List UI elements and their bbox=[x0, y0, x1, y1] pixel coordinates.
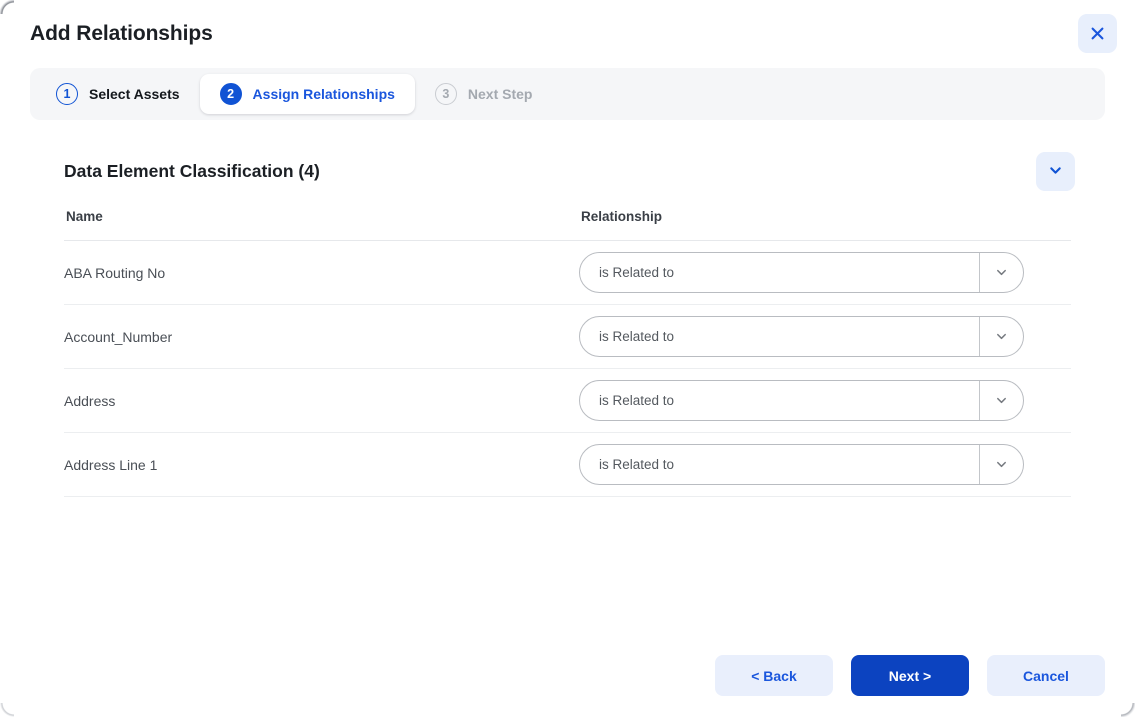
relationship-select[interactable]: is Related to bbox=[579, 380, 1024, 421]
close-icon bbox=[1089, 25, 1106, 42]
chevron-down-icon[interactable] bbox=[979, 381, 1023, 420]
step-number-1: 1 bbox=[56, 83, 78, 105]
modal-corner-bottom-right bbox=[1121, 703, 1135, 717]
next-button[interactable]: Next > bbox=[851, 655, 969, 696]
section-title: Data Element Classification (4) bbox=[64, 161, 320, 181]
relationship-select[interactable]: is Related to bbox=[579, 252, 1024, 293]
table-row: Address is Related to bbox=[64, 368, 1071, 433]
asset-name: Account_Number bbox=[64, 304, 579, 369]
step-label-3: Next Step bbox=[467, 86, 533, 102]
step-label-2: Assign Relationships bbox=[252, 86, 395, 102]
modal-corner-bottom-left bbox=[0, 703, 14, 717]
close-button[interactable] bbox=[1078, 14, 1117, 53]
relationship-select-value: is Related to bbox=[599, 393, 675, 408]
chevron-down-icon[interactable] bbox=[979, 445, 1023, 484]
step-number-3: 3 bbox=[434, 83, 457, 105]
relationship-select-value: is Related to bbox=[599, 329, 675, 344]
relationship-select[interactable]: is Related to bbox=[579, 316, 1024, 357]
chevron-down-icon bbox=[1047, 162, 1064, 182]
data-element-classification-section: Data Element Classification (4) Name Rel… bbox=[30, 120, 1105, 497]
column-header-relationship: Relationship bbox=[579, 209, 1071, 241]
table-header-row: Name Relationship bbox=[64, 209, 1071, 241]
asset-name: Address Line 1 bbox=[64, 432, 579, 497]
collapse-section-button[interactable] bbox=[1036, 152, 1075, 191]
section-header: Data Element Classification (4) bbox=[30, 152, 1105, 191]
relationship-select[interactable]: is Related to bbox=[579, 444, 1024, 485]
stepper: 1 Select Assets 2 Assign Relationships 3… bbox=[30, 68, 1105, 120]
table-row: Account_Number is Related to bbox=[64, 304, 1071, 369]
stepper-item-assign-relationships[interactable]: 2 Assign Relationships bbox=[199, 74, 415, 114]
relationships-table: Name Relationship ABA Routing No is Rela… bbox=[64, 209, 1071, 497]
table-row: ABA Routing No is Related to bbox=[64, 240, 1071, 305]
asset-name: ABA Routing No bbox=[64, 240, 579, 305]
relationship-select-value: is Related to bbox=[599, 265, 675, 280]
step-number-2: 2 bbox=[219, 83, 242, 105]
chevron-down-icon[interactable] bbox=[979, 253, 1023, 292]
modal-footer: < Back Next > Cancel bbox=[0, 655, 1135, 696]
chevron-down-icon[interactable] bbox=[979, 317, 1023, 356]
asset-name: Address bbox=[64, 368, 579, 433]
stepper-item-next-step: 3 Next Step bbox=[415, 74, 553, 114]
step-label-1: Select Assets bbox=[89, 86, 180, 102]
page-title: Add Relationships bbox=[30, 22, 213, 45]
back-button[interactable]: < Back bbox=[715, 655, 833, 696]
relationship-select-value: is Related to bbox=[599, 457, 675, 472]
table-row: Address Line 1 is Related to bbox=[64, 432, 1071, 497]
cancel-button[interactable]: Cancel bbox=[987, 655, 1105, 696]
column-header-name: Name bbox=[64, 209, 579, 241]
stepper-item-select-assets[interactable]: 1 Select Assets bbox=[36, 74, 200, 114]
modal-header: Add Relationships bbox=[0, 0, 1135, 68]
